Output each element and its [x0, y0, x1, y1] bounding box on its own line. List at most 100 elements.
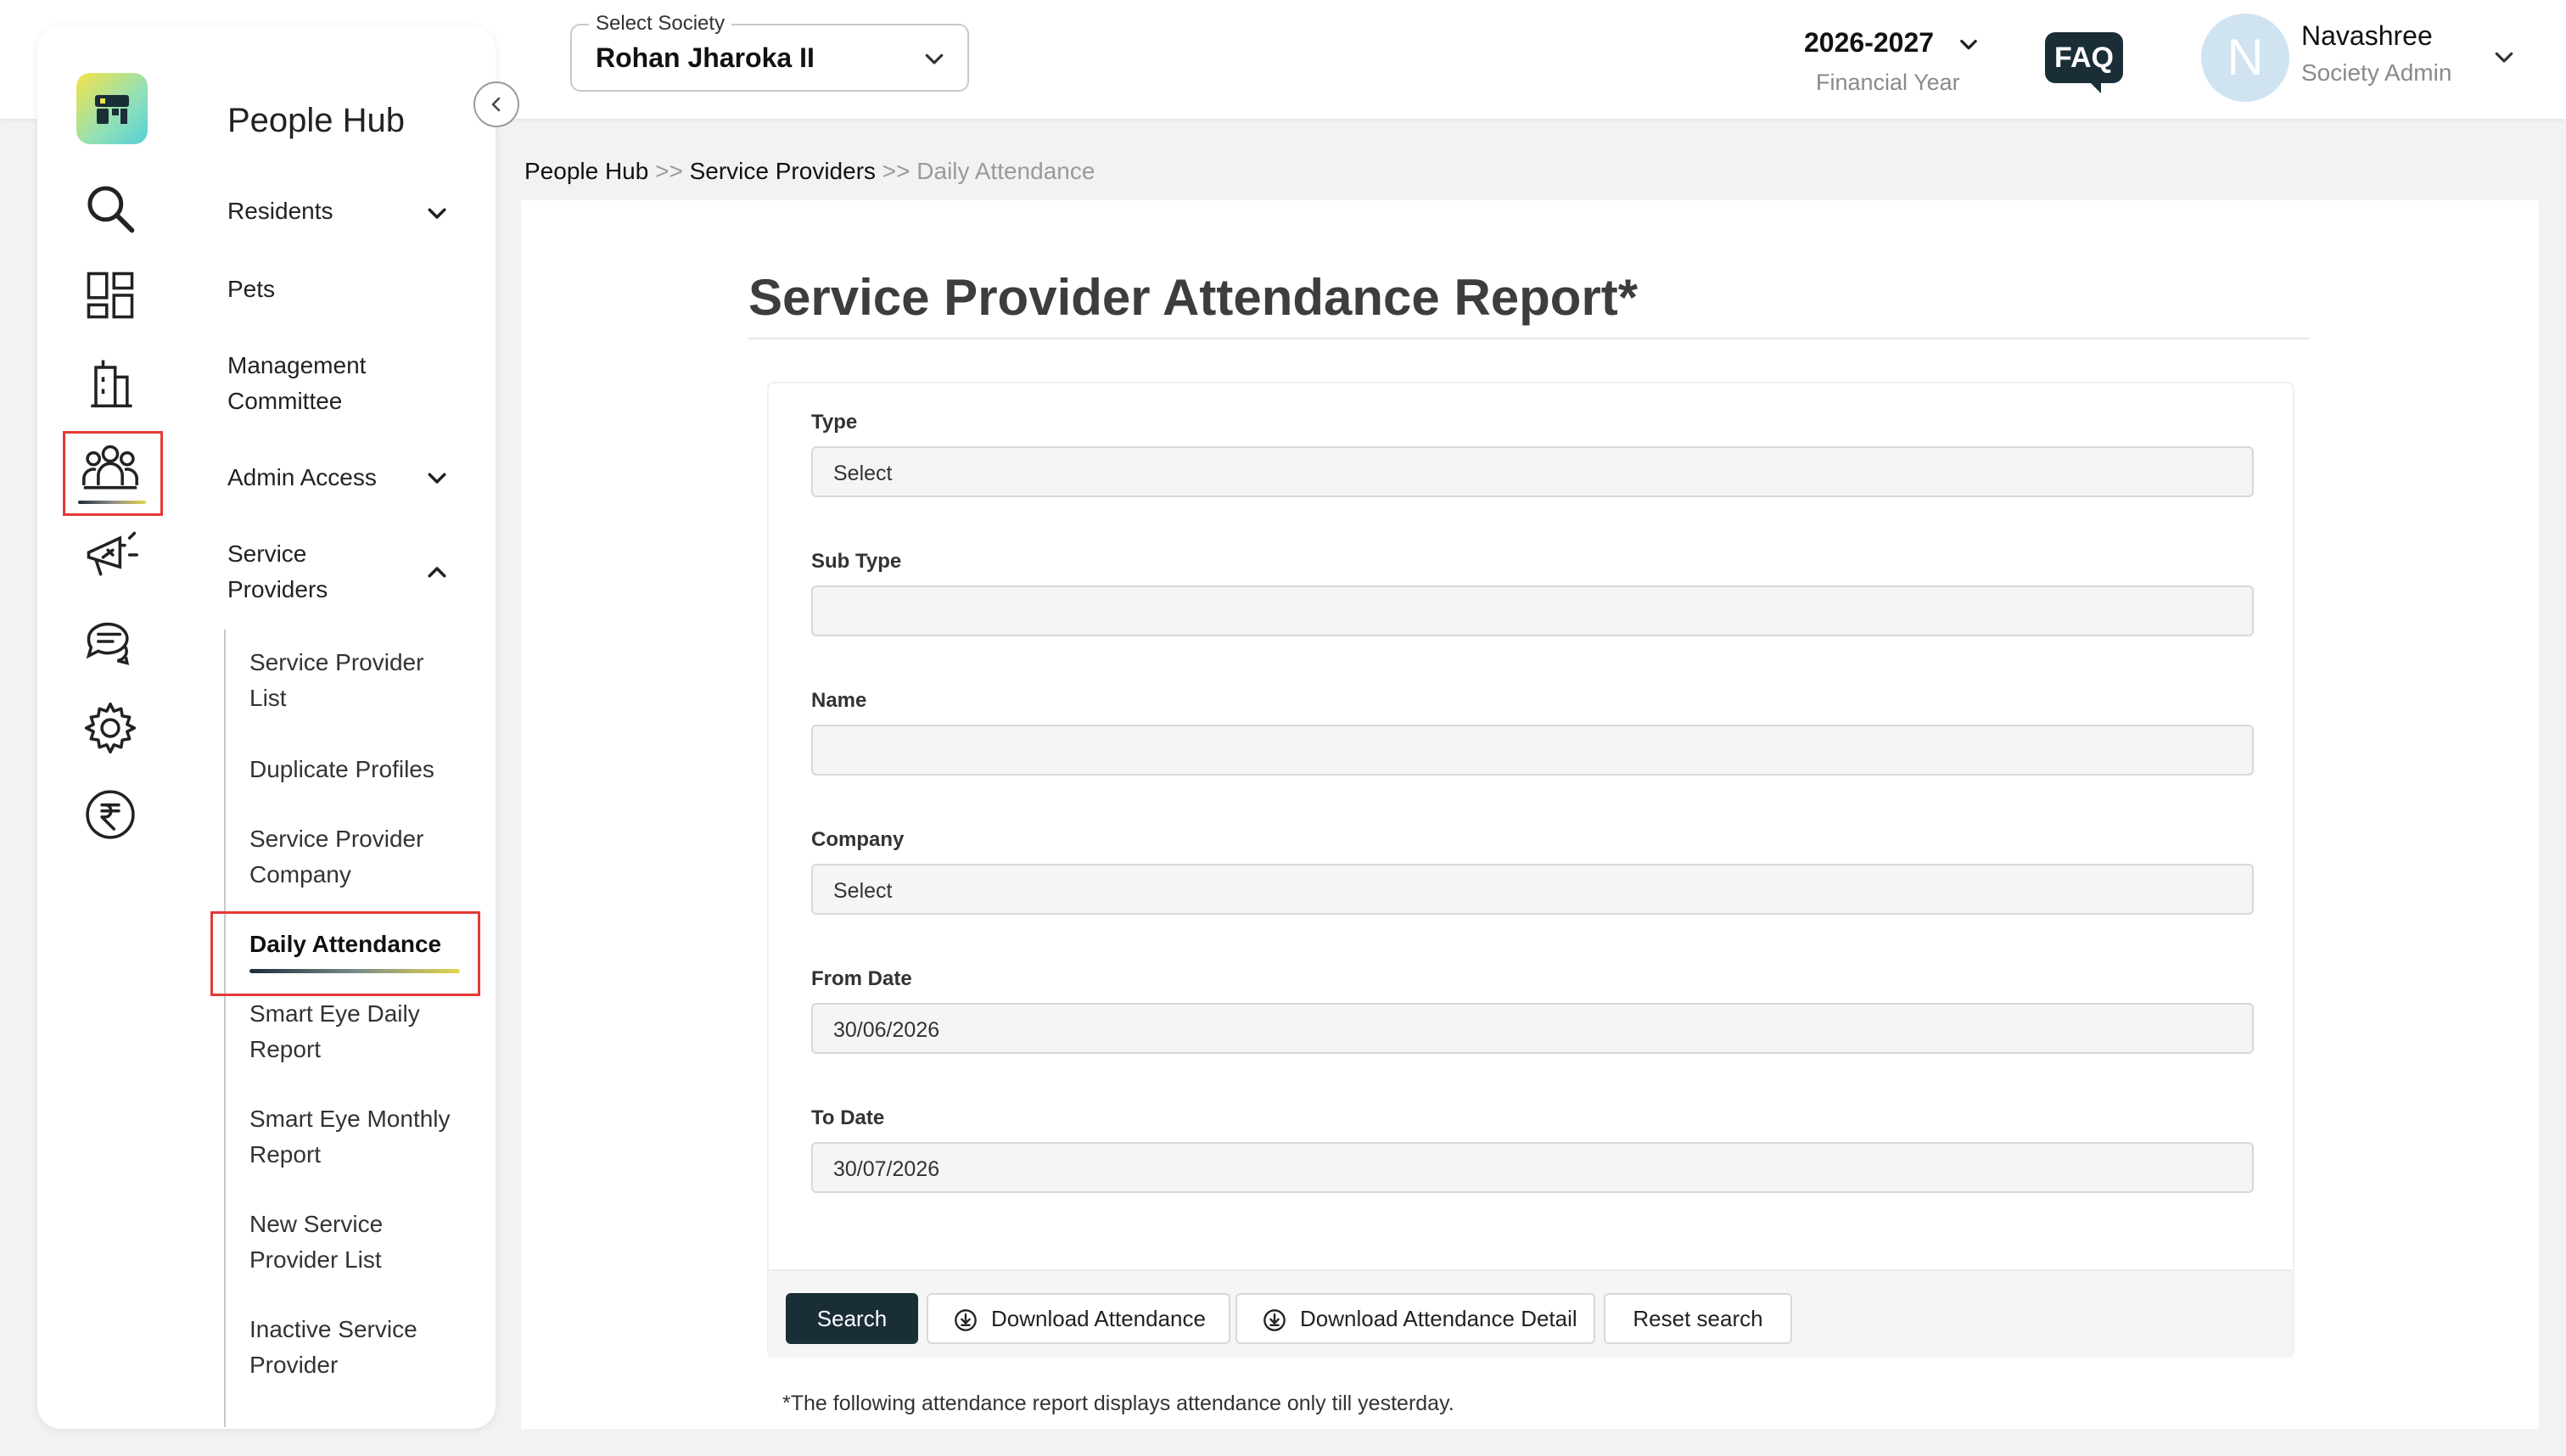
sidebar-item-management-committee[interactable]: Management Committee [227, 348, 366, 419]
financial-year-select[interactable]: 2026-2027 Financial Year [1799, 24, 1977, 102]
search-button[interactable]: Search [786, 1293, 918, 1344]
sidebar-subitem-label: Service Provider [249, 649, 424, 675]
sidebar-subitem-label: Daily Attendance [249, 931, 442, 957]
to-date-value: 30/07/2026 [833, 1157, 940, 1181]
chevron-down-icon [925, 53, 944, 64]
dashboard-icon[interactable] [81, 266, 139, 324]
from-date-value: 30/06/2026 [833, 1018, 940, 1042]
sidebar-item-admin-access[interactable]: Admin Access [227, 460, 377, 496]
reset-search-button[interactable]: Reset search [1604, 1293, 1792, 1344]
sidebar-subitem-label: Inactive Service [249, 1316, 417, 1342]
main-panel: Service Provider Attendance Report* Type… [521, 200, 2539, 1429]
name-input[interactable] [811, 725, 2254, 776]
sidebar-subitem-label: Provider List [249, 1246, 382, 1273]
society-select[interactable]: Select Society Rohan Jharoka II [570, 12, 969, 92]
sidebar-item-label: Service [227, 540, 307, 567]
sidebar-title: People Hub [227, 102, 406, 139]
type-label: Type [811, 411, 858, 434]
chevron-down-icon[interactable] [2491, 44, 2517, 70]
download-icon [1263, 1309, 1286, 1331]
rail-active-underline [78, 501, 146, 504]
page-title: Service Provider Attendance Report* [748, 269, 1639, 326]
sidebar-subitem-label: Report [249, 1141, 322, 1168]
sidebar-subitem-duplicate-profiles[interactable]: Duplicate Profiles [249, 752, 434, 787]
chevron-down-icon [1960, 39, 1977, 50]
title-divider [748, 338, 2310, 339]
user-role: Society Admin [2301, 59, 2452, 86]
people-icon[interactable] [81, 440, 139, 497]
to-date-label: To Date [811, 1106, 885, 1129]
sidebar-subitem-service-provider-company[interactable]: Service Provider Company [249, 821, 423, 893]
download-attendance-detail-button[interactable]: Download Attendance Detail [1235, 1293, 1595, 1344]
sidebar-item-label: Management [227, 352, 367, 378]
sidebar-subitem-label: Smart Eye Daily [249, 1000, 420, 1027]
sidebar: People Hub Residents Pets Management Com… [37, 25, 496, 1429]
faq-button[interactable]: FAQ [2045, 32, 2123, 93]
sidebar-subitem-service-provider-list[interactable]: Service Provider List [249, 645, 423, 716]
from-date-input[interactable]: 30/06/2026 [811, 1003, 2254, 1054]
sidebar-subitem-label: New Service [249, 1211, 384, 1237]
company-label: Company [811, 828, 905, 851]
sidebar-subitem-label: Company [249, 861, 351, 888]
download-attendance-label: Download Attendance [991, 1306, 1206, 1331]
app-logo[interactable] [76, 73, 148, 144]
logo-icon [95, 95, 129, 124]
download-attendance-detail-label: Download Attendance Detail [1300, 1306, 1577, 1331]
download-attendance-button[interactable]: Download Attendance [927, 1293, 1230, 1344]
report-form: Type Select Sub Type Name Company Select… [767, 382, 2294, 1358]
sidebar-item-label: Providers [227, 576, 328, 602]
breadcrumb-separator: >> [655, 158, 683, 184]
download-icon [955, 1309, 977, 1331]
chevron-left-icon [491, 97, 501, 112]
gear-icon[interactable] [81, 699, 139, 757]
user-name: Navashree [2301, 20, 2433, 51]
breadcrumb-service-providers[interactable]: Service Providers [690, 158, 876, 184]
breadcrumb-separator: >> [882, 158, 910, 184]
sidebar-subitem-label: Service Provider [249, 826, 424, 852]
to-date-input[interactable]: 30/07/2026 [811, 1142, 2254, 1193]
financial-year-value: 2026-2027 [1804, 27, 1935, 58]
sidebar-subitem-inactive-service-provider[interactable]: Inactive Service Provider [249, 1312, 417, 1383]
society-select-label: Select Society [589, 12, 732, 36]
company-select-value: Select [833, 879, 893, 903]
megaphone-icon[interactable] [81, 526, 139, 584]
company-select[interactable]: Select [811, 864, 2254, 915]
sidebar-item-label: Admin Access [227, 464, 377, 490]
sidebar-subitem-label: List [249, 685, 287, 711]
breadcrumb-people-hub[interactable]: People Hub [524, 158, 648, 184]
financial-year-label: Financial Year [1816, 70, 1960, 95]
sidebar-subitem-smart-eye-monthly[interactable]: Smart Eye Monthly Report [249, 1101, 451, 1173]
sidebar-subitem-daily-attendance[interactable]: Daily Attendance [249, 927, 441, 962]
sidebar-item-residents[interactable]: Residents [227, 193, 333, 229]
sidebar-item-label: Pets [227, 276, 276, 302]
active-underline [249, 969, 460, 973]
sidebar-subitem-smart-eye-daily[interactable]: Smart Eye Daily Report [249, 996, 420, 1067]
chevron-up-icon[interactable] [424, 560, 450, 585]
rupee-icon[interactable] [81, 786, 139, 843]
subtype-select[interactable] [811, 585, 2254, 636]
sidebar-subitem-label: Report [249, 1036, 322, 1062]
type-select[interactable]: Select [811, 446, 2254, 497]
breadcrumb: People Hub >> Service Providers >> Daily… [524, 158, 1095, 185]
sidebar-item-pets[interactable]: Pets [227, 272, 275, 307]
avatar[interactable]: N [2201, 14, 2289, 102]
sidebar-item-label: Committee [227, 388, 343, 414]
attendance-footnote: *The following attendance report display… [782, 1392, 1454, 1415]
submenu-divider [224, 630, 226, 1427]
name-label: Name [811, 689, 867, 712]
breadcrumb-current: Daily Attendance [916, 158, 1095, 184]
chevron-down-icon[interactable] [424, 200, 450, 226]
search-icon[interactable] [81, 180, 139, 238]
sidebar-item-label: Residents [227, 198, 333, 224]
form-actions: Search Download Attendance Download Atte… [769, 1269, 2293, 1358]
sidebar-collapse-button[interactable] [473, 81, 519, 127]
sidebar-item-service-providers[interactable]: Service Providers [227, 536, 328, 608]
sidebar-subitem-label: Smart Eye Monthly [249, 1106, 451, 1132]
sidebar-subitem-label: Duplicate Profiles [249, 756, 434, 782]
sidebar-subitem-new-service-provider-list[interactable]: New Service Provider List [249, 1207, 383, 1278]
chat-icon[interactable] [81, 613, 139, 670]
chevron-down-icon[interactable] [424, 465, 450, 490]
society-select-value: Rohan Jharoka II [596, 42, 815, 73]
sidebar-subitem-label: Provider [249, 1352, 339, 1378]
building-icon[interactable] [81, 353, 139, 411]
